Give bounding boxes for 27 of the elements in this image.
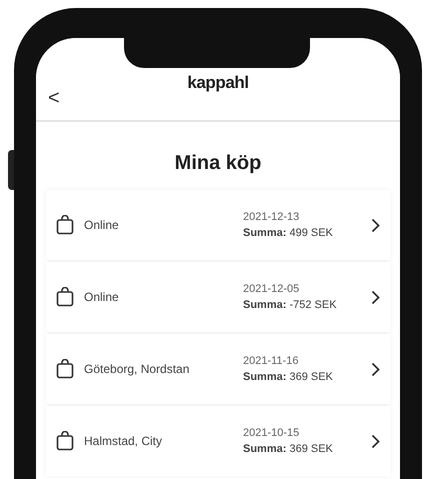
- store-name: Online: [84, 289, 120, 306]
- brand-logo: kappahl: [187, 74, 249, 91]
- purchase-date: 2021-12-13: [243, 210, 300, 224]
- back-button[interactable]: <: [48, 88, 60, 108]
- chevron-right-icon: [371, 362, 380, 376]
- chevron-right-icon: [371, 218, 380, 232]
- page-title: Mina köp: [174, 151, 262, 176]
- store-name: Halmstad, City: [84, 433, 164, 450]
- purchase-date: 2021-11-16: [243, 354, 300, 368]
- store-name: Online: [84, 217, 120, 234]
- shopping-bag-icon: [56, 359, 74, 379]
- store-name: Göteborg, Nordstan: [84, 361, 190, 378]
- purchase-sum: Summa: 499 SEK: [243, 226, 334, 241]
- shopping-bag-icon: [56, 431, 74, 451]
- purchase-date: 2021-10-15: [243, 426, 300, 440]
- purchase-sum: Summa: 369 SEK: [243, 370, 334, 385]
- purchase-sum: Summa: 369 SEK: [243, 442, 334, 457]
- purchase-row[interactable]: Online 2021-12-13 Summa: 499 SEK: [46, 190, 390, 260]
- chevron-right-icon: [371, 290, 380, 304]
- shopping-bag-icon: [56, 287, 74, 307]
- purchase-row[interactable]: Online 2021-12-05 Summa: -752 SEK: [46, 262, 390, 332]
- chevron-right-icon: [371, 434, 380, 448]
- purchase-row[interactable]: Göteborg, Nordstan 2021-11-16 Summa: 369 SEK: [46, 334, 390, 404]
- purchase-sum: Summa: -752 SEK: [243, 298, 338, 313]
- shopping-bag-icon: [56, 215, 74, 235]
- purchase-row[interactable]: Halmstad, City 2021-10-15 Summa: 369 SEK: [46, 406, 390, 476]
- purchase-date: 2021-12-05: [243, 282, 300, 296]
